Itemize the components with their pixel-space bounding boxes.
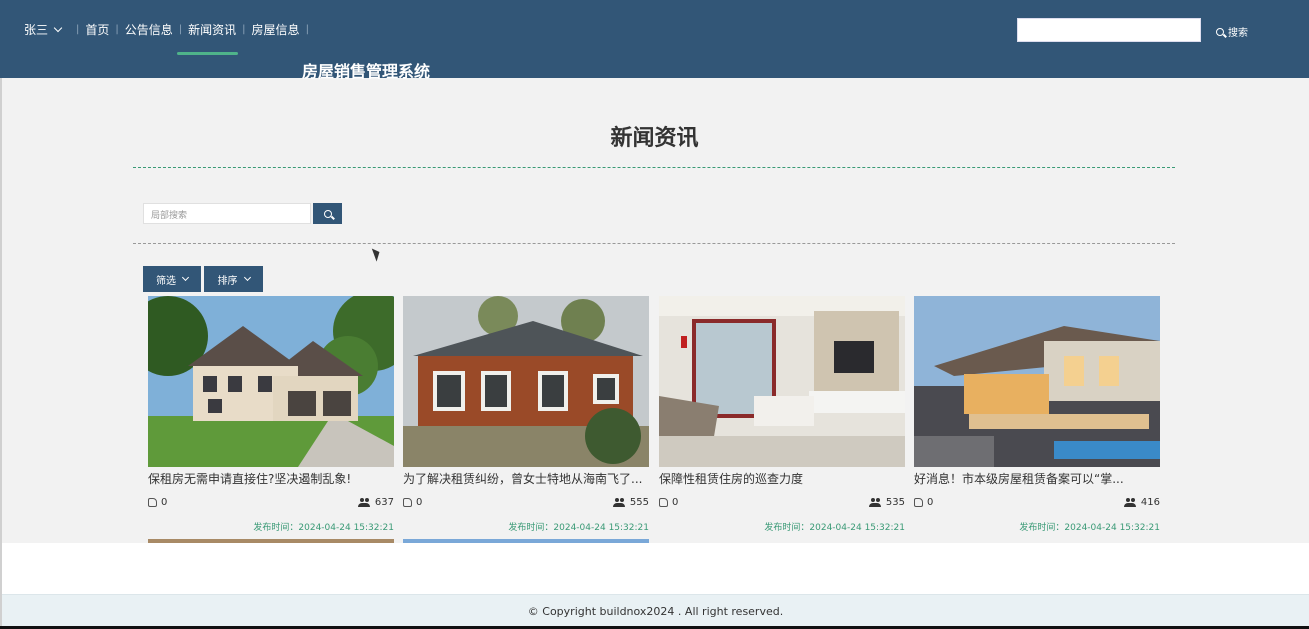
like-button[interactable]: 0 bbox=[148, 497, 167, 508]
user-name: 张三 bbox=[24, 23, 49, 37]
user-menu[interactable]: 张三 bbox=[24, 21, 63, 38]
news-title[interactable]: 保租房无需申请直接住?坚决遏制乱象! bbox=[148, 470, 394, 487]
nav-houses[interactable]: 房屋信息 bbox=[252, 21, 300, 38]
news-card[interactable]: 为了解决租赁纠纷，曾女士特地从海南飞了... 0 555 发布时间：2024-0… bbox=[403, 296, 649, 533]
filter-label: 筛选 bbox=[156, 275, 176, 287]
chevron-down-icon bbox=[53, 23, 63, 32]
nav-separator: | bbox=[242, 24, 246, 35]
search-icon bbox=[1216, 27, 1224, 36]
news-title[interactable]: 保障性租赁住房的巡查力度 bbox=[659, 470, 905, 487]
nav-separator: | bbox=[178, 24, 183, 35]
publish-time: 发布时间：2024-04-24 15:32:21 bbox=[253, 523, 394, 533]
view-count: 555 bbox=[629, 497, 649, 508]
view-stats: 637 bbox=[357, 497, 394, 508]
thumbs-up-icon bbox=[659, 498, 668, 507]
thumbs-up-icon bbox=[148, 498, 157, 507]
nav-separator: | bbox=[76, 24, 80, 35]
system-title: 房屋销售管理系统 bbox=[302, 62, 431, 81]
news-card[interactable]: 保租房无需申请直接住?坚决遏制乱象! 0 637 发布时间：2024-04-24… bbox=[148, 296, 394, 533]
view-stats: 555 bbox=[612, 497, 649, 508]
news-image[interactable] bbox=[659, 296, 905, 467]
like-count: 0 bbox=[672, 497, 679, 508]
users-icon bbox=[868, 498, 881, 507]
local-search-button[interactable] bbox=[313, 203, 342, 224]
view-count: 637 bbox=[374, 497, 394, 508]
publish-time: 发布时间：2024-04-24 15:32:21 bbox=[508, 523, 649, 533]
users-icon bbox=[357, 498, 370, 507]
news-image[interactable] bbox=[914, 296, 1160, 467]
search-divider bbox=[133, 243, 1175, 244]
news-stats: 0 416 bbox=[914, 497, 1160, 509]
users-icon bbox=[612, 498, 625, 507]
search-icon bbox=[323, 209, 332, 218]
top-search-input[interactable] bbox=[1017, 18, 1201, 42]
nav-news[interactable]: 新闻资讯 bbox=[188, 21, 236, 38]
view-stats: 416 bbox=[1123, 497, 1160, 508]
search-button-label: 搜索 bbox=[1228, 28, 1248, 39]
publish-time: 发布时间：2024-04-24 15:32:21 bbox=[764, 523, 905, 533]
news-card[interactable]: 好消息！市本级房屋租赁备案可以“掌... 0 416 发布时间：2024-04-… bbox=[914, 296, 1160, 533]
like-count: 0 bbox=[927, 497, 934, 508]
thumbs-up-icon bbox=[914, 498, 923, 507]
top-navbar: 张三 | 首页 | 公告信息 | 新闻资讯 | 房屋信息 | 房屋销售管理系统 … bbox=[0, 0, 1309, 81]
publish-time: 发布时间：2024-04-24 15:32:21 bbox=[1019, 523, 1160, 533]
nav-home[interactable]: 首页 bbox=[85, 21, 109, 38]
page-title: 新闻资讯 bbox=[610, 126, 699, 151]
nav-announcements[interactable]: 公告信息 bbox=[125, 21, 173, 38]
top-search-button[interactable]: 搜索 bbox=[1216, 24, 1248, 39]
main-nav: | 首页 | 公告信息 | 新闻资讯 | 房屋信息 | bbox=[70, 21, 315, 38]
view-count: 535 bbox=[885, 497, 905, 508]
mouse-cursor-icon bbox=[371, 246, 383, 262]
copyright-text: © Copyright buildnox2024 . All right res… bbox=[527, 605, 784, 618]
sort-button[interactable]: 排序 bbox=[204, 266, 263, 292]
local-search-input[interactable]: 局部搜索 bbox=[143, 203, 311, 224]
like-button[interactable]: 0 bbox=[659, 497, 678, 508]
nav-separator: | bbox=[115, 24, 119, 35]
news-image[interactable] bbox=[148, 296, 394, 467]
news-stats: 0 637 bbox=[148, 497, 394, 509]
news-image[interactable] bbox=[403, 296, 649, 467]
content-fade bbox=[2, 543, 1309, 595]
thumbs-up-icon bbox=[403, 498, 412, 507]
like-count: 0 bbox=[161, 497, 168, 508]
view-stats: 535 bbox=[868, 497, 905, 508]
news-title[interactable]: 为了解决租赁纠纷，曾女士特地从海南飞了... bbox=[403, 470, 649, 487]
footer: © Copyright buildnox2024 . All right res… bbox=[2, 594, 1309, 626]
active-nav-indicator bbox=[177, 52, 238, 55]
filter-button[interactable]: 筛选 bbox=[143, 266, 201, 292]
users-icon bbox=[1123, 498, 1136, 507]
like-button[interactable]: 0 bbox=[914, 497, 933, 508]
title-divider bbox=[133, 167, 1175, 168]
sort-label: 排序 bbox=[217, 275, 238, 287]
chevron-down-icon bbox=[243, 273, 251, 282]
view-count: 416 bbox=[1140, 497, 1160, 508]
nav-separator: | bbox=[305, 24, 309, 35]
like-count: 0 bbox=[416, 497, 423, 508]
news-stats: 0 555 bbox=[403, 497, 649, 509]
chevron-down-icon bbox=[181, 273, 190, 282]
news-card[interactable]: 保障性租赁住房的巡查力度 0 535 发布时间：2024-04-24 15:32… bbox=[659, 296, 905, 533]
news-stats: 0 535 bbox=[659, 497, 905, 509]
like-button[interactable]: 0 bbox=[403, 497, 422, 508]
news-title[interactable]: 好消息！市本级房屋租赁备案可以“掌... bbox=[914, 470, 1160, 487]
